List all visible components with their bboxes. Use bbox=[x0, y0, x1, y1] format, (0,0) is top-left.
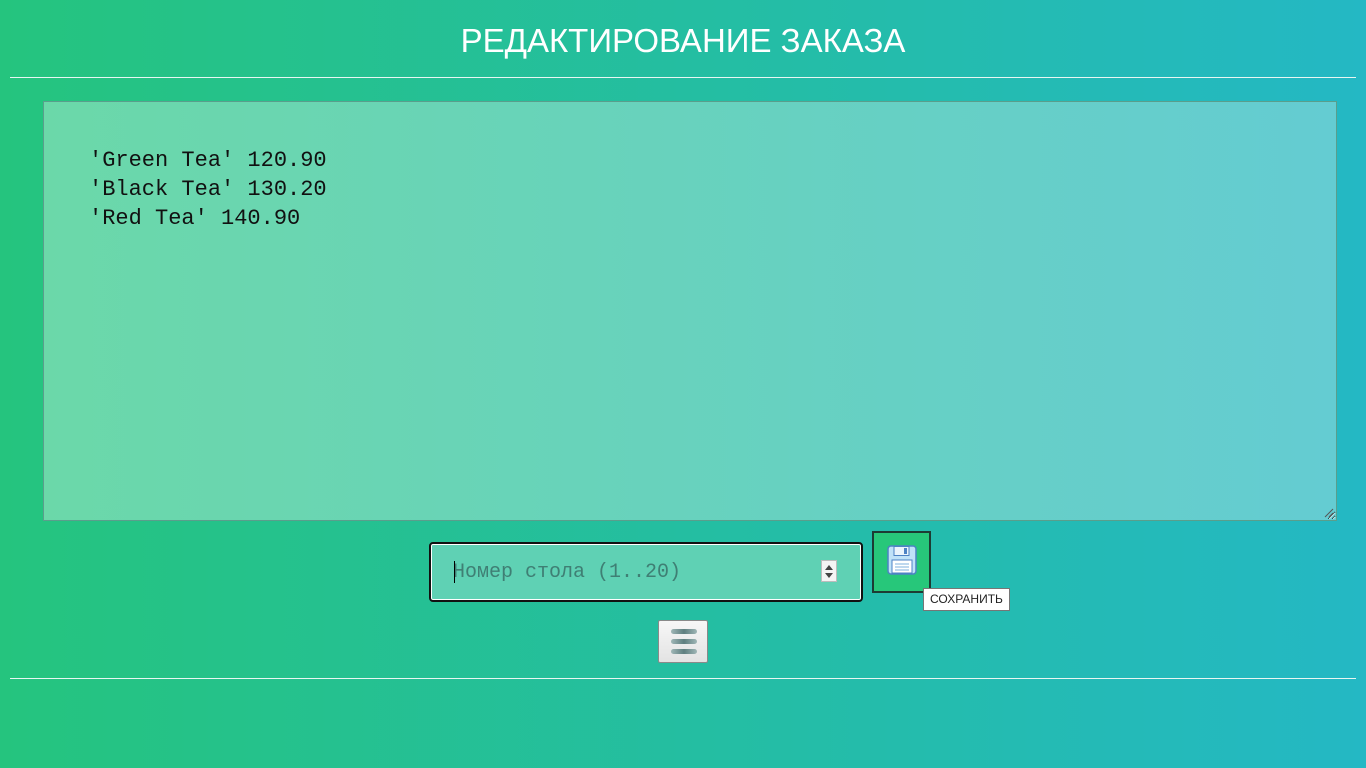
save-tooltip: СОХРАНИТЬ bbox=[923, 588, 1010, 611]
hamburger-menu-icon bbox=[671, 629, 697, 654]
resize-grip-icon[interactable] bbox=[1324, 508, 1334, 518]
order-textarea[interactable]: 'Green Tea' 120.90 'Black Tea' 130.20 'R… bbox=[43, 101, 1337, 521]
top-divider bbox=[10, 77, 1356, 78]
page-title: РЕДАКТИРОВАНИЕ ЗАКАЗА bbox=[460, 22, 906, 59]
floppy-disk-icon bbox=[887, 545, 917, 575]
spin-down-icon[interactable] bbox=[825, 573, 833, 578]
table-number-input[interactable] bbox=[431, 544, 811, 600]
bottom-divider bbox=[10, 678, 1356, 679]
number-spinner[interactable] bbox=[821, 560, 837, 582]
save-button[interactable] bbox=[872, 531, 931, 593]
spin-up-icon[interactable] bbox=[825, 565, 833, 570]
menu-button[interactable] bbox=[658, 620, 708, 663]
table-number-field[interactable] bbox=[429, 542, 863, 602]
text-caret bbox=[454, 561, 455, 583]
